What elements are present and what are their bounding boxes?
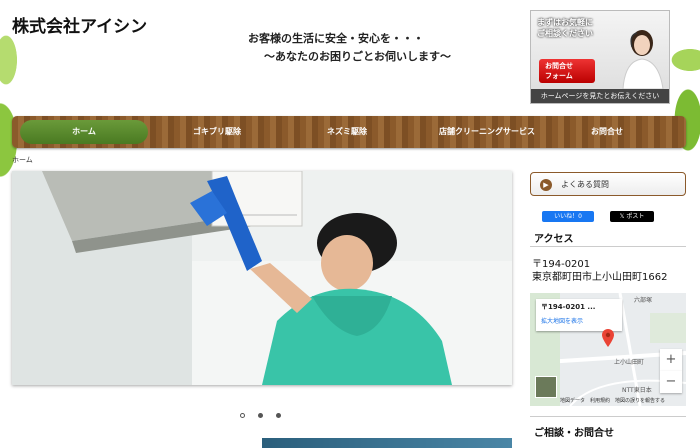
banner-line2: ご相談ください (537, 29, 593, 38)
faq-label: よくある質問 (561, 180, 609, 189)
tagline-line2: 〜あなたのお困りごとお伺いします〜 (264, 50, 451, 63)
banner-button-line2: フォーム (545, 72, 573, 80)
map-zoom-in-button[interactable]: + (660, 349, 682, 371)
contact-banner[interactable]: まずはお気軽に ご相談ください お問合せ フォーム ホームページを見たとお伝えく… (530, 10, 670, 104)
map-pin-icon[interactable] (602, 329, 614, 347)
nav-item-cockroach[interactable]: ゴキブリ駆除 (162, 120, 272, 144)
nav-item-store-cleaning[interactable]: 店舗クリーニングサービス (412, 120, 562, 144)
map-satellite-toggle[interactable] (535, 376, 557, 398)
slider-dot-3[interactable] (276, 413, 282, 418)
slider-dot-2[interactable] (258, 413, 264, 418)
tagline-line1: お客様の生活に安全・安心を・・・ (248, 32, 424, 45)
map-info-card: 〒194-0201 ... 拡大地図を表示 (536, 299, 622, 331)
map-place-kamioyamada: 上小山田町 (614, 359, 645, 366)
contact-divider (530, 416, 686, 417)
access-divider (530, 246, 686, 247)
content-teaser-image (262, 438, 512, 448)
access-heading: アクセス (534, 234, 574, 245)
map-zoom-out-button[interactable]: − (660, 371, 682, 393)
main-nav: ホーム ゴキブリ駆除 ネズミ駆除 店舗クリーニングサービス お問合せ (12, 116, 686, 148)
arrow-right-icon: ▶ (540, 179, 552, 191)
address: 東京都町田市上小山田町1662 (532, 272, 668, 283)
facebook-like-label: いいね！0 (554, 213, 582, 220)
operator-image (622, 30, 664, 89)
map-place-ntt: NTT東日本 (622, 387, 652, 394)
facebook-like-button[interactable]: いいね！0 (542, 211, 594, 222)
x-post-button[interactable]: 𝕏 ポスト (610, 211, 654, 222)
nav-item-rat[interactable]: ネズミ駆除 (297, 120, 397, 144)
x-post-label: ポスト (626, 213, 645, 220)
banner-line1: まずはお気軽に (537, 18, 593, 27)
faq-button[interactable]: ▶ よくある質問 (530, 172, 686, 196)
slider-dot-1[interactable] (240, 413, 245, 418)
google-map[interactable]: 〒194-0201 ... 拡大地図を表示 六部塚 上小山田町 NTT東日本 +… (530, 293, 686, 406)
map-enlarge-link[interactable]: 拡大地図を表示 (541, 316, 617, 325)
contact-heading: ご相談・お問合せ (534, 428, 614, 439)
banner-footer: ホームページを見たとお伝えください (531, 89, 669, 103)
nav-item-contact[interactable]: お問合せ (567, 120, 647, 144)
map-card-title: 〒194-0201 ... (541, 303, 596, 311)
map-place-rokubuzuka: 六部塚 (634, 297, 653, 304)
banner-contact-button[interactable]: お問合せ フォーム (539, 59, 595, 83)
technician-cleaning-aircon-photo (12, 171, 512, 385)
breadcrumb[interactable]: ホーム (12, 155, 33, 165)
banner-button-line1: お問合せ (545, 62, 573, 70)
slider-dots (240, 403, 289, 422)
map-footer-links[interactable]: 地図データ 利用規約 地図の誤りを報告する (560, 397, 665, 404)
site-title[interactable]: 株式会社アイシン (12, 12, 147, 37)
hero-slide-image[interactable] (12, 171, 512, 385)
nav-item-home[interactable]: ホーム (20, 120, 148, 144)
